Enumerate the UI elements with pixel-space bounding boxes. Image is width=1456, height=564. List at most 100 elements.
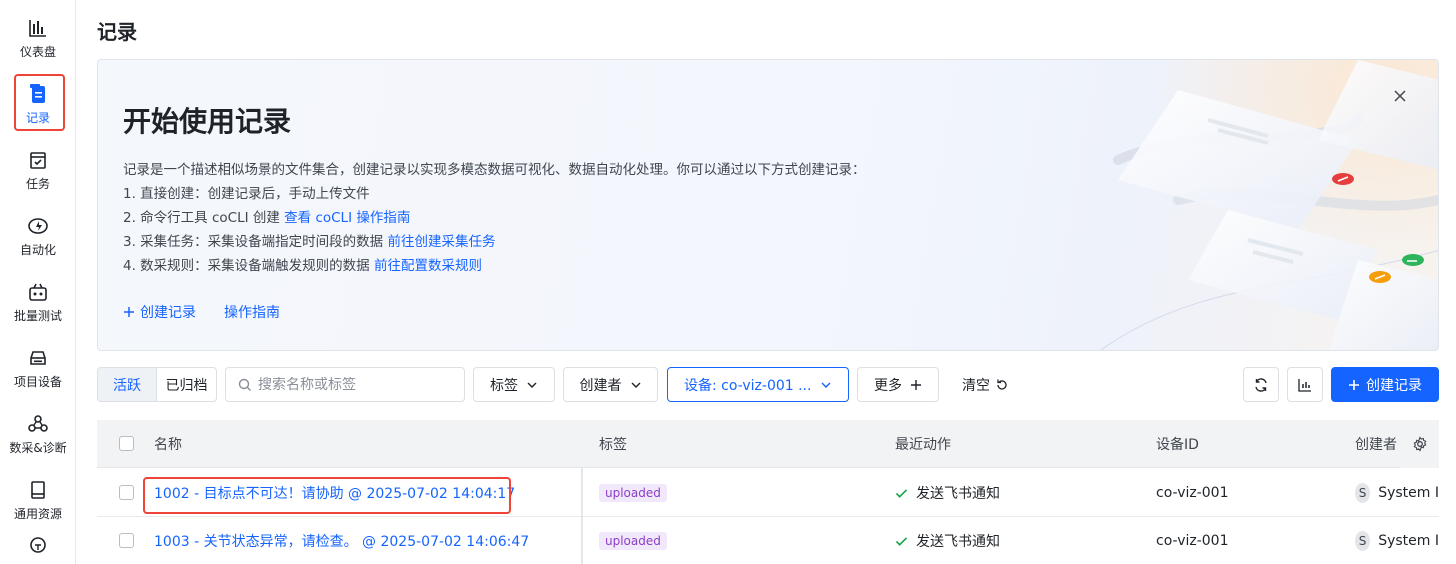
tab-archived[interactable]: 已归档 — [157, 368, 216, 401]
clear-filters-button[interactable]: 清空 — [962, 367, 1009, 402]
banner-create-record-button[interactable]: 创建记录 — [123, 302, 196, 322]
task-icon — [27, 149, 49, 171]
bar-chart-icon — [1297, 377, 1313, 393]
record-name-link[interactable]: 1003 - 关节状态异常，请检查。 @ 2025-07-02 14:06:47 — [154, 517, 529, 564]
device-icon — [27, 347, 49, 369]
creator-filter-dropdown[interactable]: 创建者 — [563, 367, 658, 402]
creator-name: System I — [1378, 485, 1439, 501]
device-filter-dropdown[interactable]: 设备: co-viz-001 ... — [667, 367, 849, 402]
more-filters-button[interactable]: 更多 — [857, 367, 939, 402]
refresh-icon — [1253, 377, 1269, 393]
tab-active[interactable]: 活跃 — [98, 368, 157, 401]
sidebar-item-automation[interactable]: 自动化 — [0, 208, 76, 264]
banner-line-3-text: 3. 采集任务：采集设备端指定时间段的数据 — [123, 234, 388, 250]
device-filter-label: 设备: co-viz-001 ... — [684, 377, 812, 394]
configure-collection-rule-link[interactable]: 前往配置数采规则 — [374, 258, 482, 274]
row-highlight-annotation — [143, 477, 511, 514]
active-nav-highlight — [14, 74, 65, 131]
creator-name: System I — [1378, 533, 1439, 549]
table-row[interactable]: 1003 - 关节状态异常，请检查。 @ 2025-07-02 14:06:47… — [97, 517, 1439, 564]
banner-line-4: 4. 数采规则：采集设备端触发规则的数据 前往配置数采规则 — [123, 254, 866, 278]
banner-title: 开始使用记录 — [123, 105, 292, 138]
sidebar-item-label: 通用资源 — [13, 506, 62, 521]
column-header-creator[interactable]: 创建者 — [1355, 420, 1400, 468]
gear-icon — [1412, 436, 1428, 452]
plus-icon — [123, 306, 135, 318]
plus-icon — [1348, 379, 1360, 391]
page-title: 记录 — [97, 20, 137, 44]
check-icon — [895, 487, 908, 500]
diagnosis-icon — [27, 413, 49, 435]
banner-line-4-text: 4. 数采规则：采集设备端触发规则的数据 — [123, 258, 374, 274]
sidebar-item-label: 任务 — [25, 176, 50, 191]
dashboard-icon — [27, 17, 49, 39]
column-settings-button[interactable] — [1400, 420, 1439, 468]
search-box — [225, 367, 465, 402]
banner-line-2-text: 2. 命令行工具 coCLI 创建 — [123, 210, 285, 226]
status-segmented-control: 活跃 已归档 — [97, 367, 217, 402]
sidebar-item-label: 批量测试 — [13, 308, 62, 323]
sidebar-item-batch-test[interactable]: 批量测试 — [0, 274, 76, 330]
sidebar-item-more[interactable] — [0, 536, 76, 564]
banner-intro: 记录是一个描述相似场景的文件集合，创建记录以实现多模态数据可视化、数据自动化处理… — [123, 162, 866, 178]
tags-filter-label: 标签 — [490, 377, 518, 394]
row-checkbox[interactable] — [119, 485, 134, 500]
column-header-tags[interactable]: 标签 — [599, 420, 627, 468]
row-checkbox[interactable] — [119, 533, 134, 548]
device-id-cell: co-viz-001 — [1156, 485, 1229, 501]
bulb-icon — [27, 536, 49, 558]
sidebar-item-resources[interactable]: 通用资源 — [0, 472, 76, 528]
check-icon — [895, 535, 908, 548]
search-input[interactable] — [258, 376, 458, 393]
cocli-guide-link[interactable]: 查看 coCLI 操作指南 — [284, 210, 410, 226]
search-icon — [238, 378, 252, 392]
column-header-recent-action[interactable]: 最近动作 — [895, 420, 951, 468]
sidebar-item-dashboard[interactable]: 仪表盘 — [0, 10, 76, 66]
recent-action-cell: 发送飞书通知 — [895, 517, 1000, 564]
close-icon[interactable] — [1392, 88, 1408, 104]
create-collection-task-link[interactable]: 前往创建采集任务 — [387, 234, 495, 250]
create-record-label: 创建记录 — [1366, 377, 1422, 394]
refresh-button[interactable] — [1243, 367, 1279, 402]
banner-create-label: 创建记录 — [140, 305, 196, 321]
tag-badge[interactable]: uploaded — [599, 484, 667, 502]
more-filters-label: 更多 — [874, 377, 902, 394]
batch-test-icon — [27, 281, 49, 303]
banner-line-2: 2. 命令行工具 coCLI 创建 查看 coCLI 操作指南 — [123, 206, 866, 230]
sidebar-item-label: 项目设备 — [13, 374, 62, 389]
onboarding-banner: 开始使用记录 记录是一个描述相似场景的文件集合，创建记录以实现多模态数据可视化、… — [97, 59, 1439, 351]
banner-line-3: 3. 采集任务：采集设备端指定时间段的数据 前往创建采集任务 — [123, 230, 866, 254]
avatar: S — [1355, 531, 1371, 551]
sidebar-item-label: 自动化 — [19, 242, 56, 257]
sidebar-item-label: 仪表盘 — [19, 44, 56, 59]
column-header-device-id[interactable]: 设备ID — [1156, 420, 1199, 468]
creator-cell: S System I — [1355, 469, 1439, 517]
statistics-button[interactable] — [1287, 367, 1323, 402]
column-header-name[interactable]: 名称 — [154, 420, 182, 468]
tag-cell: uploaded — [599, 517, 667, 564]
chevron-down-icon — [526, 379, 538, 391]
creator-filter-label: 创建者 — [579, 377, 622, 394]
banner-line-1: 1. 直接创建：创建记录后，手动上传文件 — [123, 186, 370, 202]
create-record-button[interactable]: 创建记录 — [1331, 367, 1439, 402]
banner-illustration — [1058, 60, 1438, 350]
tags-filter-dropdown[interactable]: 标签 — [473, 367, 555, 402]
plus-icon — [910, 379, 922, 391]
device-id-cell: co-viz-001 — [1156, 533, 1229, 549]
table-header: 名称 标签 最近动作 设备ID 创建者 — [97, 420, 1439, 468]
avatar: S — [1355, 483, 1371, 503]
tag-cell: uploaded — [599, 469, 667, 517]
chevron-down-icon — [820, 379, 832, 391]
resource-icon — [27, 479, 49, 501]
automation-icon — [27, 215, 49, 237]
sidebar-item-devices[interactable]: 项目设备 — [0, 340, 76, 396]
operation-guide-link[interactable]: 操作指南 — [224, 302, 280, 322]
column-resize-divider[interactable] — [581, 468, 583, 564]
creator-cell: S System I — [1355, 517, 1439, 564]
clear-filters-label: 清空 — [962, 377, 990, 394]
sidebar-item-tasks[interactable]: 任务 — [0, 142, 76, 198]
sidebar-item-diagnosis[interactable]: 数采&诊断 — [0, 406, 76, 462]
tag-badge[interactable]: uploaded — [599, 532, 667, 550]
banner-actions: 创建记录 操作指南 — [123, 302, 308, 322]
select-all-checkbox[interactable] — [119, 436, 134, 451]
